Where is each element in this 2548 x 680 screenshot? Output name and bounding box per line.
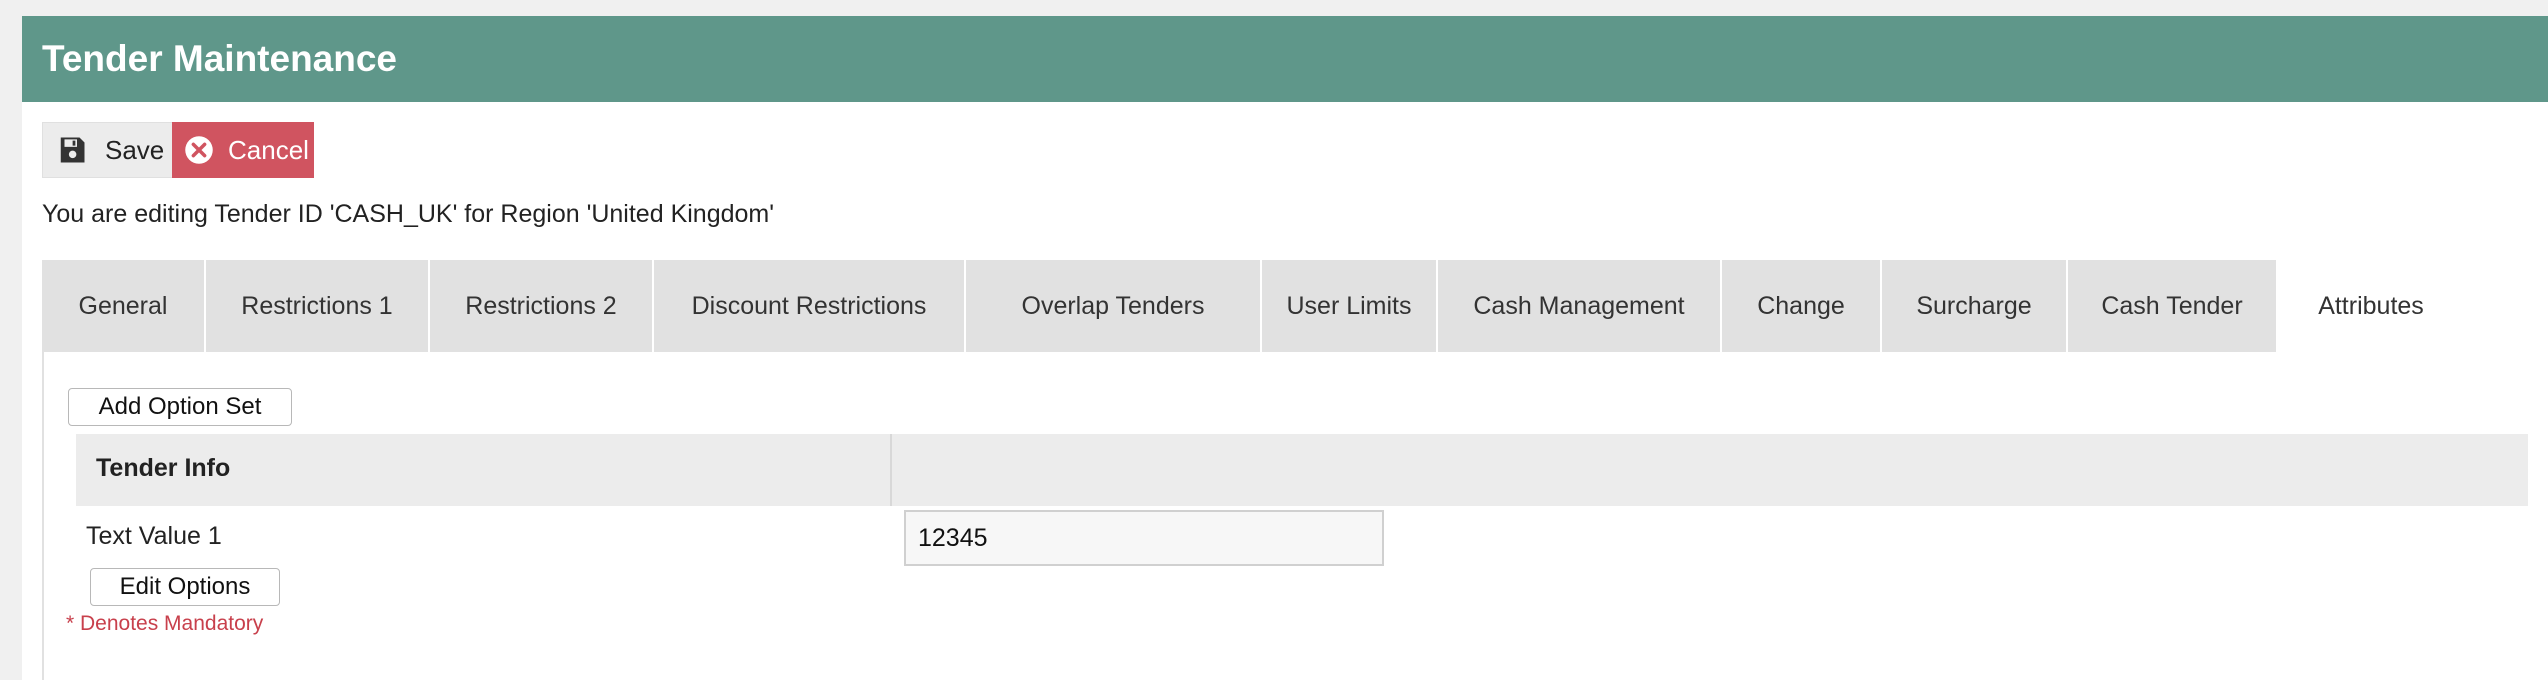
tab-general[interactable]: General (42, 260, 206, 352)
cancel-button[interactable]: Cancel (172, 122, 314, 178)
tender-info-header: Tender Info (76, 434, 2528, 506)
tab-cash-tender[interactable]: Cash Tender (2068, 260, 2278, 352)
tab-label: Restrictions 1 (241, 291, 393, 320)
tab-label: Change (1757, 291, 1845, 320)
text-value-1-label: Text Value 1 (86, 522, 222, 550)
x-circle-icon (185, 136, 213, 164)
save-button[interactable]: Save (42, 122, 184, 178)
tab-label: General (78, 291, 168, 320)
header-divider (890, 434, 892, 506)
tab-label: Overlap Tenders (1021, 291, 1205, 320)
tab-label: Attributes (2318, 291, 2424, 320)
tab-restrictions-1[interactable]: Restrictions 1 (206, 260, 430, 352)
tab-bar: General Restrictions 1 Restrictions 2 Di… (42, 260, 2548, 352)
save-button-label: Save (105, 134, 165, 165)
mandatory-note: * Denotes Mandatory (66, 612, 264, 635)
tab-discount-restrictions[interactable]: Discount Restrictions (654, 260, 966, 352)
title-bar: Tender Maintenance (22, 16, 2548, 102)
tab-bar-filler (2464, 260, 2548, 352)
tab-cash-management[interactable]: Cash Management (1438, 260, 1722, 352)
tab-change[interactable]: Change (1722, 260, 1882, 352)
add-option-set-button[interactable]: Add Option Set (68, 388, 292, 426)
text-value-1-input[interactable] (904, 510, 1384, 566)
tender-maintenance-page: Tender Maintenance Save Cancel You are e… (22, 16, 2548, 680)
tab-attributes[interactable]: Attributes (2278, 260, 2464, 352)
attributes-panel: Add Option Set Tender Info Text Value 1 … (42, 352, 2548, 680)
editing-context-note: You are editing Tender ID 'CASH_UK' for … (42, 200, 775, 228)
tab-label: Restrictions 2 (465, 291, 617, 320)
section-title: Tender Info (96, 454, 231, 482)
tab-label: Discount Restrictions (691, 291, 927, 320)
tab-label: Cash Tender (2101, 291, 2243, 320)
tab-surcharge[interactable]: Surcharge (1882, 260, 2068, 352)
tab-restrictions-2[interactable]: Restrictions 2 (430, 260, 654, 352)
tab-label: User Limits (1286, 291, 1412, 320)
cancel-button-label: Cancel (228, 134, 309, 165)
floppy-disk-icon (60, 137, 85, 163)
tab-label: Surcharge (1916, 291, 2032, 320)
tab-user-limits[interactable]: User Limits (1262, 260, 1438, 352)
page-title: Tender Maintenance (42, 38, 398, 79)
tab-label: Cash Management (1473, 291, 1685, 320)
tab-overlap-tenders[interactable]: Overlap Tenders (966, 260, 1262, 352)
edit-options-button[interactable]: Edit Options (90, 568, 280, 606)
